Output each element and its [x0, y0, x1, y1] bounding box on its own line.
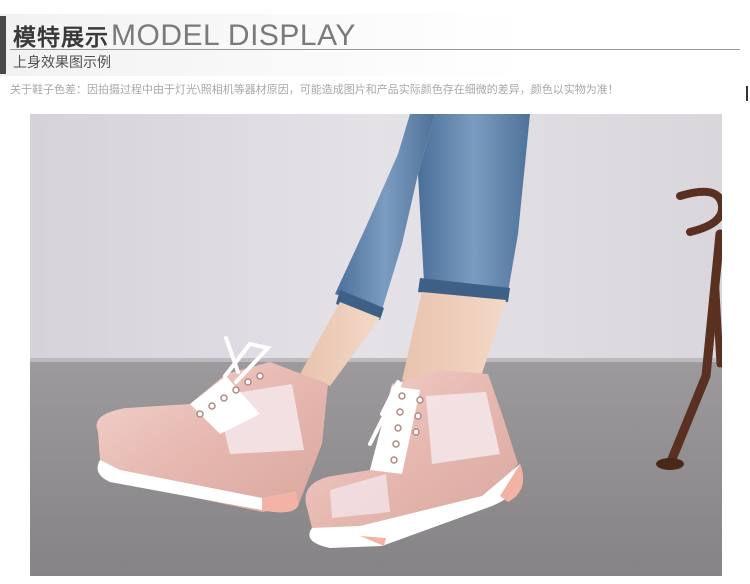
section-title: 模特展示MODEL DISPLAY [13, 18, 356, 53]
section-subtitle: 上身效果图示例 [13, 55, 111, 71]
header-accent-bar [0, 16, 6, 74]
model-photo-illustration [30, 114, 722, 576]
color-notice: 关于鞋子色差：因拍摄过程中由于灯光\照相机等器材原因，可能造成图片和产品实际颜色… [10, 83, 619, 96]
section-title-en: MODEL DISPLAY [111, 19, 356, 52]
section-title-cn: 模特展示 [13, 25, 109, 51]
model-photo [30, 114, 722, 576]
header-divider [10, 49, 740, 50]
text-cursor-mark [746, 86, 748, 101]
